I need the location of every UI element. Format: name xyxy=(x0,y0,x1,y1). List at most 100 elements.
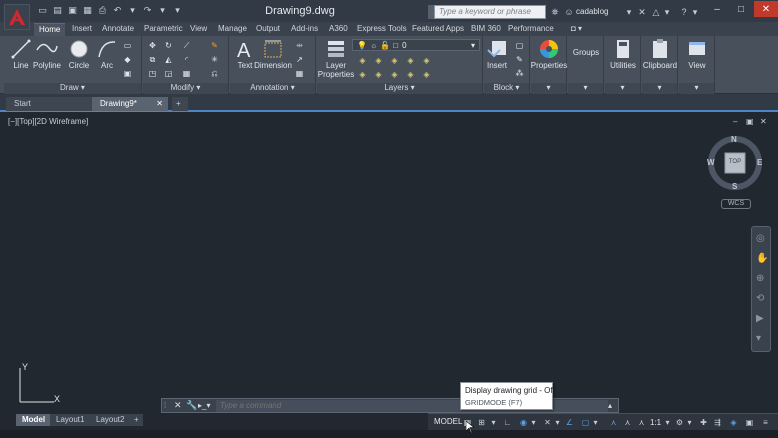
annotation-visibility-icon[interactable]: ⋏ xyxy=(608,417,619,428)
panel-utilities-expander[interactable]: ▾ xyxy=(605,83,640,94)
rotate-icon[interactable]: ↻ xyxy=(163,40,174,51)
chevron-down-icon[interactable]: ▾ xyxy=(552,417,563,428)
help-icon[interactable]: ? xyxy=(678,5,690,19)
auto-scale-icon[interactable]: ⋏ xyxy=(622,417,633,428)
user-name[interactable]: cadablog xyxy=(576,7,608,16)
view-button[interactable]: View xyxy=(682,38,712,70)
arc-button[interactable]: Arc xyxy=(92,38,122,70)
stretch-icon[interactable]: ◳ xyxy=(147,68,158,79)
dropdown-icon[interactable]: ▾ xyxy=(156,4,169,17)
undo-icon[interactable]: ↶ xyxy=(111,4,124,17)
units-icon[interactable]: ⇶ xyxy=(712,417,723,428)
annotation-scale-icon[interactable]: ⋏ xyxy=(636,417,647,428)
annotation-scale-value[interactable]: 1:1 xyxy=(650,418,661,427)
dropdown-icon[interactable]: ▾ xyxy=(126,4,139,17)
save-as-icon[interactable]: ▦ xyxy=(81,4,94,17)
zoom-extents-icon[interactable]: ⊕ xyxy=(756,273,764,284)
recent-commands-icon[interactable]: ▸_▾ xyxy=(198,401,216,410)
tab-a360[interactable]: A360 xyxy=(324,23,353,36)
chevron-down-icon[interactable]: ▾ xyxy=(684,417,695,428)
multileader-icon[interactable]: ⇹ xyxy=(294,40,305,51)
copy-icon[interactable]: ⧉ xyxy=(147,54,158,65)
viewport-minimize-icon[interactable]: – xyxy=(733,117,737,126)
pan-icon[interactable]: ✋ xyxy=(756,253,768,264)
model-space-button[interactable]: MODEL xyxy=(430,416,466,429)
array-icon[interactable]: ▦ xyxy=(181,68,192,79)
dropdown-icon[interactable]: ▾ xyxy=(171,4,184,17)
a360-icon[interactable]: △ xyxy=(650,5,662,19)
tab-insert[interactable]: Insert xyxy=(67,23,97,36)
clean-screen-icon[interactable]: ▣ xyxy=(744,417,755,428)
viewport-restore-icon[interactable]: ▣ xyxy=(746,117,754,126)
edit-block-icon[interactable]: ✎ xyxy=(514,54,525,65)
groups-button[interactable]: Groups xyxy=(571,38,601,57)
circle-button[interactable]: Circle xyxy=(64,38,94,70)
hatch-icon[interactable]: ◆ xyxy=(122,54,133,65)
close-icon[interactable]: ✕ xyxy=(156,99,163,108)
layout-tab-model[interactable]: Model xyxy=(16,414,52,426)
layer-tool-icon[interactable]: ◈ xyxy=(373,55,384,66)
compass-south[interactable]: S xyxy=(732,182,737,191)
panel-properties-expander[interactable]: ▾ xyxy=(531,83,566,94)
panel-draw-title[interactable]: Draw ▾ xyxy=(4,83,141,94)
panel-clipboard-expander[interactable]: ▾ xyxy=(642,83,677,94)
layer-tool-icon[interactable]: ◈ xyxy=(405,55,416,66)
erase-icon[interactable]: ✎ xyxy=(209,40,220,51)
new-tab-button[interactable]: + xyxy=(172,97,188,111)
layout-tab-layout1[interactable]: Layout1 xyxy=(50,414,91,426)
polyline-button[interactable]: Polyline xyxy=(32,38,62,70)
ortho-icon[interactable]: ∟ xyxy=(502,417,513,428)
file-tab-drawing9[interactable]: Drawing9* ✕ xyxy=(92,97,168,111)
search-input[interactable]: Type a keyword or phrase xyxy=(434,5,546,19)
tab-express-tools[interactable]: Express Tools xyxy=(352,23,412,36)
customize-icon[interactable]: 🔧 xyxy=(186,400,198,411)
showmotion-icon[interactable]: ▶ xyxy=(756,313,764,324)
leader-icon[interactable]: ↗ xyxy=(294,54,305,65)
tab-output[interactable]: Output xyxy=(251,23,285,36)
clipboard-button[interactable]: Clipboard xyxy=(643,38,677,70)
orbit-icon[interactable]: ⟲ xyxy=(756,293,764,304)
chevron-down-icon[interactable]: ▾ xyxy=(662,417,673,428)
viewcube[interactable]: N S E W TOP xyxy=(706,134,764,192)
attribute-icon[interactable]: ⁂ xyxy=(514,68,525,79)
new-layout-button[interactable]: + xyxy=(130,414,143,426)
dimension-button[interactable]: Dimension xyxy=(254,38,292,70)
rectangle-icon[interactable]: ▭ xyxy=(122,40,133,51)
grip-handle-icon[interactable]: ⁞ xyxy=(164,401,174,410)
snap-mode-icon[interactable]: ⊞ xyxy=(476,417,487,428)
tab-parametric[interactable]: Parametric xyxy=(139,23,188,36)
chevron-down-icon[interactable]: ▾ xyxy=(624,5,634,19)
table-icon[interactable]: ▦ xyxy=(294,68,305,79)
offset-icon[interactable]: ⎌ xyxy=(209,68,220,79)
open-icon[interactable]: ▤ xyxy=(51,4,64,17)
explode-icon[interactable]: ✳ xyxy=(209,54,220,65)
print-icon[interactable]: ⎙ xyxy=(96,4,109,17)
create-block-icon[interactable]: ▢ xyxy=(514,40,525,51)
command-history-icon[interactable]: ▴ xyxy=(608,401,618,410)
tab-view[interactable]: View xyxy=(185,23,212,36)
steering-wheel-icon[interactable]: ◎ xyxy=(756,233,765,244)
maximize-button[interactable]: □ xyxy=(730,1,752,17)
binoculars-icon[interactable]: ⛯ xyxy=(549,5,561,19)
user-icon[interactable]: ☺ xyxy=(563,5,575,19)
panel-block-title[interactable]: Block ▾ xyxy=(484,83,529,94)
trim-icon[interactable]: ⟋ xyxy=(181,40,192,51)
layer-dropdown[interactable]: 💡 ☼ 🔓 □ 0 ▾ xyxy=(352,39,480,51)
redo-icon[interactable]: ↷ xyxy=(141,4,154,17)
ucs-icon[interactable]: Y X xyxy=(14,362,64,406)
tab-featured-apps[interactable]: Featured Apps xyxy=(407,23,469,36)
panel-annotation-title[interactable]: Annotation ▾ xyxy=(230,83,315,94)
viewport-controls-label[interactable]: [−][Top][2D Wireframe] xyxy=(8,117,88,126)
close-icon[interactable]: ✕ xyxy=(174,400,186,411)
insert-block-button[interactable]: Insert xyxy=(482,38,512,70)
chevron-down-icon[interactable]: ▾ xyxy=(488,417,499,428)
move-icon[interactable]: ✥ xyxy=(147,40,158,51)
drawing-viewport[interactable]: [−][Top][2D Wireframe] – ▣ ✕ xyxy=(0,114,778,412)
mirror-icon[interactable]: ◭ xyxy=(163,54,174,65)
compass-west[interactable]: W xyxy=(707,158,715,167)
file-tab-start[interactable]: Start xyxy=(6,97,94,111)
tab-bim-360[interactable]: BIM 360 xyxy=(466,23,506,36)
properties-button[interactable]: Properties xyxy=(531,38,567,70)
new-icon[interactable]: ▭ xyxy=(36,4,49,17)
layer-tool-icon[interactable]: ◈ xyxy=(389,55,400,66)
